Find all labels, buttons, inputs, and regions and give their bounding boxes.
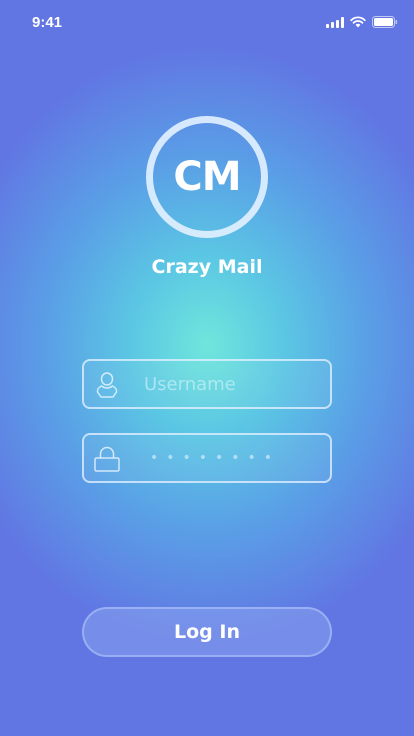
username-field[interactable] — [82, 359, 332, 409]
user-icon — [96, 372, 118, 398]
logo-initials: CM — [173, 154, 241, 200]
wifi-icon — [350, 16, 366, 28]
password-input[interactable]: •••••••• — [150, 435, 280, 481]
status-bar: 9:41 — [0, 0, 414, 44]
lock-icon — [94, 446, 120, 472]
battery-icon — [372, 16, 398, 28]
status-time: 9:41 — [32, 14, 63, 31]
app-name: Crazy Mail — [151, 256, 263, 278]
login-button[interactable]: Log In — [82, 607, 332, 657]
status-icons — [326, 15, 398, 29]
app-logo: CM — [146, 116, 268, 238]
username-input[interactable] — [144, 361, 324, 407]
password-field[interactable]: •••••••• — [82, 433, 332, 483]
signal-icon — [326, 16, 344, 28]
